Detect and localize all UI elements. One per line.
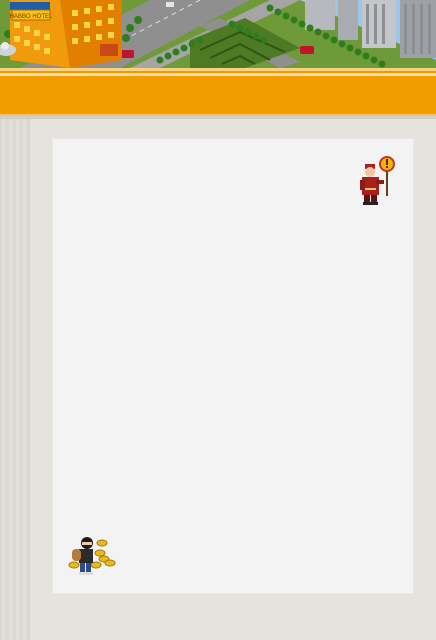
header-city-banner: HABBO HOTEL [0, 0, 436, 68]
hotel-sign: HABBO HOTEL [10, 14, 53, 20]
gold-coins-icon [68, 537, 116, 575]
main-content-panel [52, 138, 414, 594]
header-orange-bar [0, 68, 436, 119]
left-texture-stripes [0, 118, 30, 640]
city-illustration: HABBO HOTEL [0, 0, 436, 68]
warning-icon [360, 156, 395, 205]
hotel-guard-warning-sprite [356, 156, 396, 206]
thief-coins-sprite [66, 535, 118, 577]
